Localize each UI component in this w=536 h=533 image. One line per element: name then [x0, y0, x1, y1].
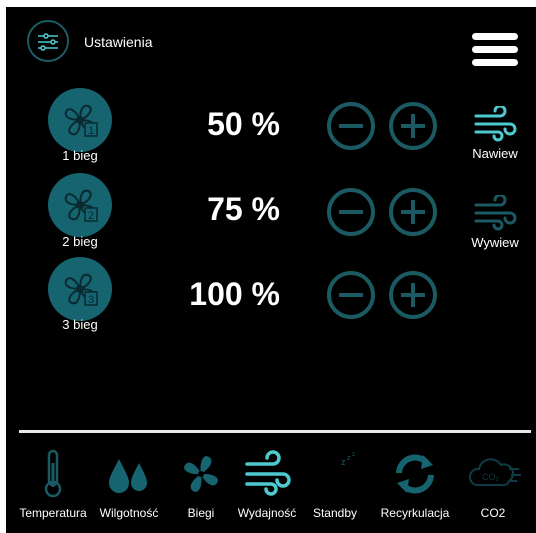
fan-icon: 2	[64, 189, 98, 222]
speed-1-label: 1 bieg	[62, 148, 98, 163]
menu-bar	[472, 59, 518, 66]
moon-sleep-icon: z z z	[324, 452, 355, 493]
speed-1-fan-button[interactable]: 1	[48, 88, 112, 152]
exhaust-air-icon[interactable]	[472, 195, 518, 231]
thermometer-icon	[44, 449, 62, 498]
nav-wydajnosc[interactable]: Wydajność	[230, 449, 304, 520]
co2-cloud-icon: CO₂	[468, 458, 521, 486]
nav-biegi[interactable]: Biegi	[164, 449, 238, 520]
speed-2-label: 2 bieg	[62, 234, 98, 249]
speed-2-increase-button[interactable]	[388, 187, 438, 237]
settings-button[interactable]	[27, 20, 69, 62]
recycle-arrows-icon	[396, 454, 434, 494]
speed-3-fan-button[interactable]: 3	[48, 257, 112, 321]
menu-bar	[472, 33, 518, 40]
svg-text:z: z	[341, 457, 346, 467]
page-title: Ustawienia	[84, 34, 153, 50]
speed-2-fan-button[interactable]: 2	[48, 173, 112, 237]
speed-3-increase-button[interactable]	[388, 270, 438, 320]
nav-recyrkulacja[interactable]: Recyrkulacja	[378, 449, 452, 520]
speed-2-decrease-button[interactable]	[326, 187, 376, 237]
svg-text:z: z	[352, 452, 355, 458]
app-screen: Ustawienia 1 1 bieg 50 % 2 2 bieg 75 % 3…	[6, 7, 536, 533]
fan-icon: 3	[64, 273, 98, 306]
fan-icon	[184, 456, 218, 492]
supply-air-icon[interactable]	[472, 106, 518, 142]
water-drops-icon	[109, 459, 147, 493]
menu-button[interactable]	[472, 33, 518, 69]
svg-text:z: z	[347, 455, 351, 462]
nav-co2[interactable]: CO₂ CO2	[456, 449, 530, 520]
svg-text:CO₂: CO₂	[482, 472, 500, 482]
fan-icon: 1	[64, 104, 98, 137]
divider	[19, 430, 531, 433]
exhaust-air-label: Wywiew	[471, 235, 519, 250]
nav-label: Recyrkulacja	[380, 506, 450, 520]
nav-label: Wydajność	[237, 506, 297, 520]
menu-bar	[472, 46, 518, 53]
speed-2-value: 75 %	[207, 191, 280, 227]
speed-3-value: 100 %	[189, 276, 280, 312]
nav-label: Biegi	[187, 506, 215, 520]
nav-label: Standby	[312, 506, 358, 520]
speed-1-decrease-button[interactable]	[326, 101, 376, 151]
speed-3-decrease-button[interactable]	[326, 270, 376, 320]
speed-badge: 2	[88, 210, 94, 222]
sliders-icon	[38, 33, 58, 51]
nav-label: CO2	[480, 506, 506, 520]
nav-temperatura[interactable]: Temperatura	[16, 449, 90, 520]
nav-wilgotnosc[interactable]: Wilgotność	[92, 449, 166, 520]
nav-standby[interactable]: z z z Standby	[298, 449, 372, 520]
wind-icon	[245, 450, 291, 496]
speed-1-increase-button[interactable]	[388, 101, 438, 151]
speed-1-value: 50 %	[207, 106, 280, 142]
speed-3-label: 3 bieg	[62, 317, 98, 332]
supply-air-label: Nawiew	[472, 146, 518, 161]
speed-badge: 1	[88, 125, 94, 137]
nav-label: Wilgotność	[99, 506, 159, 520]
speed-badge: 3	[88, 294, 94, 306]
nav-label: Temperatura	[19, 506, 87, 520]
